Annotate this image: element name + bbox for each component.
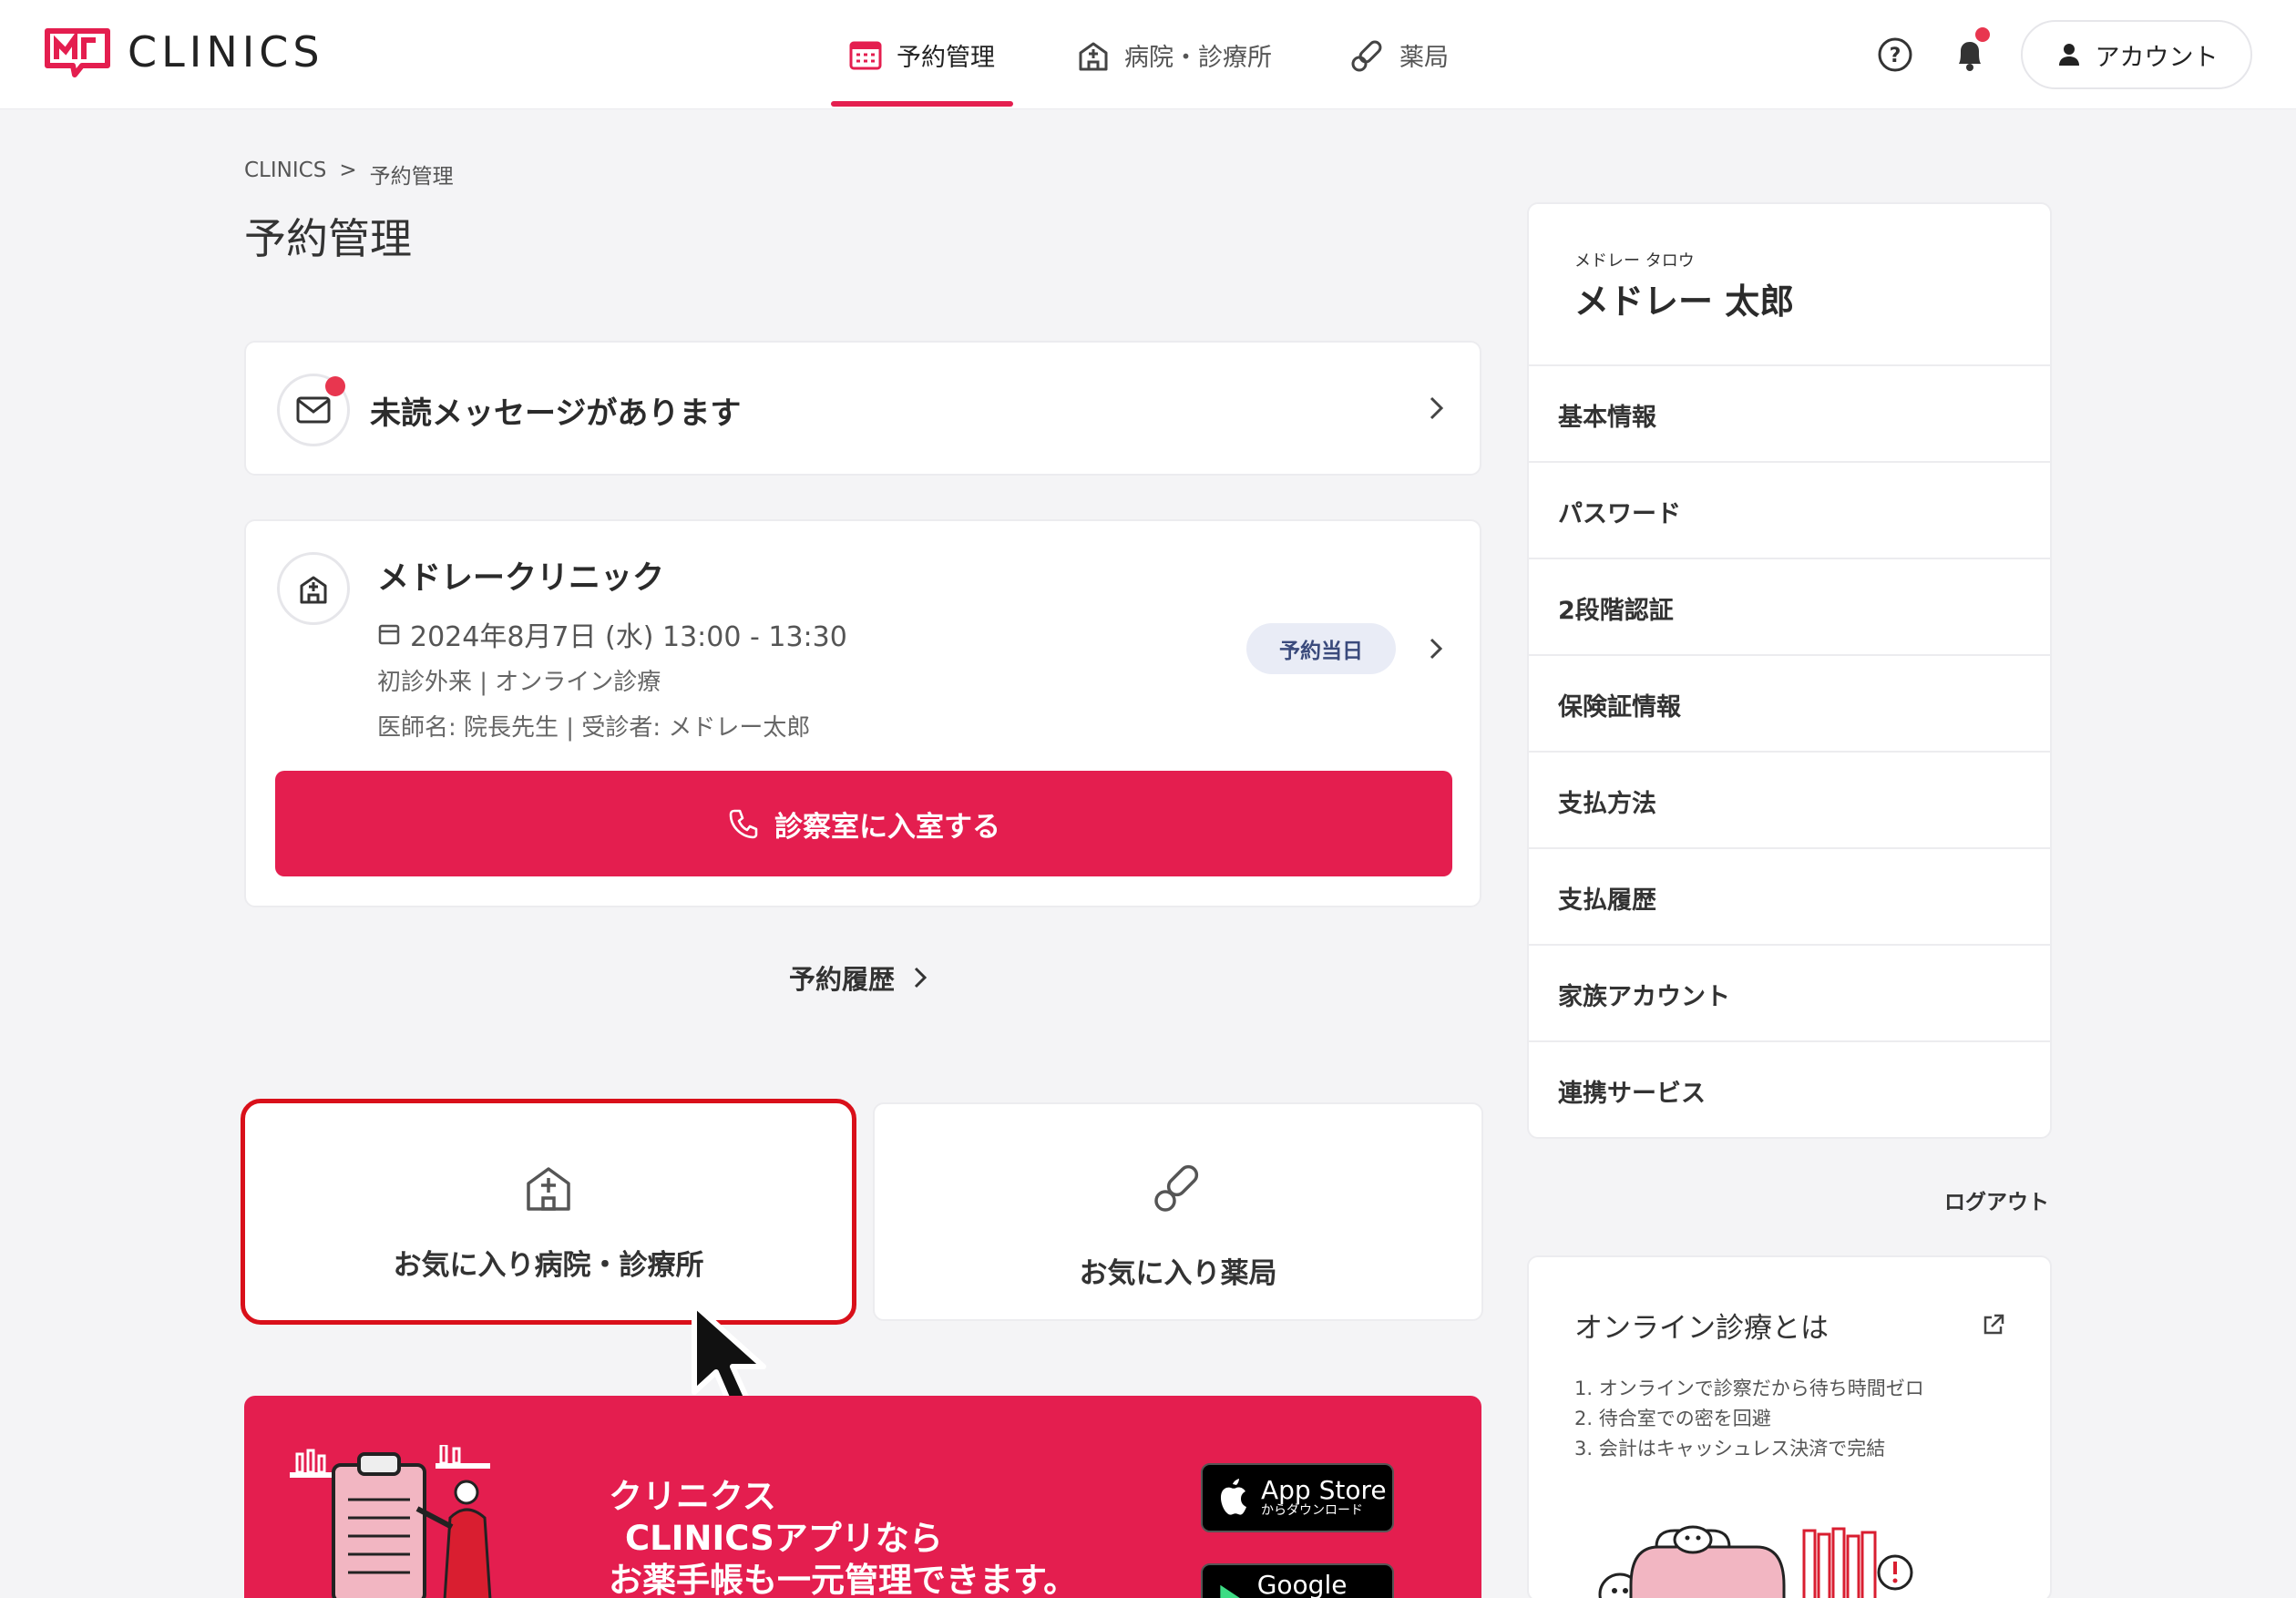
svg-text:?: ?: [1890, 45, 1901, 67]
apple-icon: [1220, 1479, 1246, 1515]
app-store-sub: からダウンロード: [1261, 1503, 1363, 1518]
hospital-icon: [1079, 42, 1108, 71]
banner-line-3: お薬手帳も一元管理できます。: [609, 1561, 1078, 1598]
nav-reservations[interactable]: 予約管理: [847, 0, 995, 109]
benefit-item: 1. オンラインで診察だから待ち時間ゼロ: [1574, 1378, 1924, 1399]
waiting-room-illustration: [1598, 1525, 1913, 1598]
mail-icon-wrapper: [277, 374, 350, 446]
sidebar-item-password[interactable]: パスワード: [1529, 461, 2050, 556]
datetime-text: 2024年8月7日 (水) 13:00 - 13:30: [410, 621, 847, 653]
appointment-type: 初診外来 | オンライン診療: [377, 669, 661, 696]
favorite-hospitals-label: お気に入り病院・診療所: [393, 1249, 704, 1282]
nav-label: 病院・診療所: [1124, 43, 1272, 72]
history-link-label: 予約履歴: [789, 964, 896, 995]
top-header: CLINICS 予約管理 病院・診療所 薬局 ? アカウント: [0, 0, 2296, 109]
user-icon: [2058, 44, 2079, 66]
logout-link[interactable]: ログアウト: [1944, 1184, 2049, 1215]
reservation-history-link[interactable]: 予約履歴: [789, 958, 931, 997]
calendar-small-icon: [378, 624, 400, 645]
chevron-right-icon: [1430, 396, 1444, 420]
favorite-hospitals-card[interactable]: お気に入り病院・診療所: [241, 1099, 856, 1325]
breadcrumb: CLINICS > 予約管理: [244, 159, 454, 190]
unread-dot: [325, 376, 345, 396]
online-consultation-card[interactable]: オンライン診療とは 1. オンラインで診察だから待ち時間ゼロ 2. 待合室での密…: [1527, 1255, 2052, 1598]
sidebar-item-label: 連携サービス: [1558, 1080, 1706, 1108]
calendar-icon: [849, 41, 882, 70]
clinics-logo[interactable]: CLINICS: [44, 26, 324, 78]
account-sidebar: メドレー タロウ メドレー 太郎 基本情報 パスワード 2段階認証 保険証情報 …: [1527, 202, 2052, 1139]
sidebar-item-label: 支払履歴: [1558, 886, 1656, 915]
enter-button-label: 診察室に入室する: [774, 810, 1000, 844]
sidebar-item-label: 支払方法: [1558, 790, 1656, 818]
account-label: アカウント: [2095, 43, 2219, 72]
sidebar-item-label: 2段階認証: [1558, 597, 1674, 625]
status-badge: 予約当日: [1246, 623, 1396, 674]
appointment-card[interactable]: メドレークリニック 2024年8月7日 (水) 13:00 - 13:30 初診…: [244, 519, 1481, 907]
nav-label: 薬局: [1399, 43, 1449, 72]
sidebar-item-payment-history[interactable]: 支払履歴: [1529, 847, 2050, 942]
hospital-icon: [527, 1167, 570, 1211]
sidebar-item-basic-info[interactable]: 基本情報: [1529, 364, 2050, 459]
sidebar-item-insurance[interactable]: 保険証情報: [1529, 654, 2050, 749]
banner-line-1: クリニクス: [609, 1477, 776, 1516]
user-name-kana: メドレー タロウ: [1574, 251, 1695, 271]
google-play-icon: [1220, 1584, 1240, 1598]
appointment-datetime: 2024年8月7日 (水) 13:00 - 13:30: [377, 614, 847, 654]
phone-icon: [729, 809, 758, 839]
app-promo-banner[interactable]: クリニクス CLINICSアプリなら お薬手帳も一元管理できます。 App St…: [244, 1396, 1481, 1598]
google-play-label: Google Play: [1256, 1570, 1348, 1598]
notification-badge: [1973, 26, 1992, 44]
clinics-logo-icon: [45, 28, 110, 77]
pill-icon: [1154, 1164, 1199, 1212]
sidebar-item-label: 家族アカウント: [1558, 983, 1730, 1011]
banner-text: クリニクス CLINICSアプリなら お薬手帳も一元管理できます。: [609, 1476, 1077, 1598]
sidebar-item-label: 基本情報: [1558, 404, 1656, 432]
online-benefits-list: 1. オンラインで診察だから待ち時間ゼロ 2. 待合室での密を回避 3. 会計は…: [1574, 1374, 1924, 1464]
active-tab-indicator: [831, 101, 1013, 107]
favorite-pharmacies-card[interactable]: お気に入り薬局: [873, 1102, 1483, 1321]
benefit-item: 2. 待合室での密を回避: [1574, 1408, 1771, 1429]
app-store-button[interactable]: App Store からダウンロード: [1201, 1463, 1394, 1532]
online-card-title: オンライン診療とは: [1574, 1312, 1829, 1345]
breadcrumb-separator: >: [339, 159, 357, 182]
pill-icon: [1351, 40, 1382, 72]
chevron-right-icon: [1430, 638, 1443, 660]
external-link-icon: [1983, 1314, 2004, 1335]
user-name: メドレー 太郎: [1574, 282, 1795, 322]
sidebar-item-linked-services[interactable]: 連携サービス: [1529, 1040, 2050, 1135]
sidebar-item-family-account[interactable]: 家族アカウント: [1529, 944, 2050, 1039]
google-play-button[interactable]: Google Play: [1201, 1563, 1394, 1598]
sidebar-item-payment-method[interactable]: 支払方法: [1529, 751, 2050, 845]
chevron-right-icon: [914, 967, 928, 989]
help-icon[interactable]: ?: [1875, 35, 1915, 75]
nav-label: 予約管理: [897, 43, 995, 72]
banner-line-2: CLINICSアプリなら: [625, 1519, 943, 1558]
enter-exam-room-button[interactable]: 診察室に入室する: [275, 771, 1452, 876]
page-title: 予約管理: [244, 214, 412, 263]
account-button[interactable]: アカウント: [2021, 20, 2252, 89]
doctor-illustration: [290, 1445, 492, 1598]
hospital-icon: [300, 576, 327, 604]
sidebar-item-2fa[interactable]: 2段階認証: [1529, 558, 2050, 652]
nav-pharmacy[interactable]: 薬局: [1350, 0, 1449, 109]
unread-message-text: 未読メッセージがあります: [370, 395, 742, 432]
app-store-label: App Store: [1261, 1475, 1387, 1505]
sidebar-item-label: パスワード: [1558, 500, 1681, 528]
clinic-name: メドレークリニック: [377, 560, 665, 597]
benefit-item: 3. 会計はキャッシュレス決済で完結: [1574, 1438, 1886, 1460]
nav-hospitals[interactable]: 病院・診療所: [1075, 0, 1272, 109]
clinic-icon-wrapper: [277, 552, 350, 625]
breadcrumb-current: 予約管理: [369, 165, 454, 189]
sidebar-item-label: 保険証情報: [1558, 693, 1681, 722]
favorite-pharmacies-label: お気に入り薬局: [1079, 1257, 1277, 1290]
logo-text: CLINICS: [128, 27, 324, 77]
unread-message-card[interactable]: 未読メッセージがあります: [244, 341, 1481, 476]
breadcrumb-root[interactable]: CLINICS: [244, 159, 326, 190]
doctor-patient-info: 医師名: 院長先生 | 受診者: メドレー太郎: [377, 714, 811, 742]
